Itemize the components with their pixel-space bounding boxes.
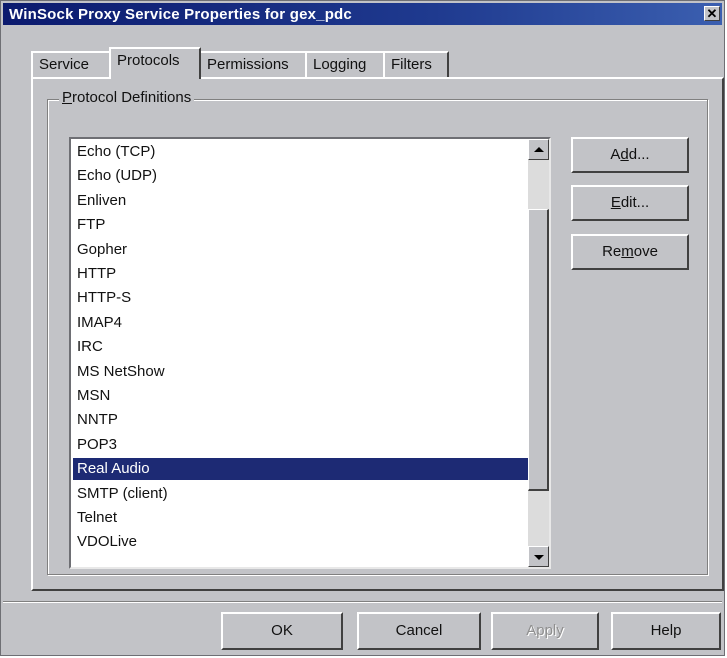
protocols-tab-panel [31, 77, 724, 591]
ok-button[interactable]: OK [221, 612, 343, 650]
apply-button: Apply [491, 612, 599, 650]
footer-divider [3, 601, 722, 603]
close-icon[interactable]: ✕ [704, 6, 720, 21]
title-bar[interactable]: WinSock Proxy Service Properties for gex… [3, 3, 722, 25]
tab-protocols[interactable]: Protocols [109, 47, 201, 79]
group-label-rest: rotocol Definitions [72, 89, 192, 106]
tab-permissions[interactable]: Permissions [199, 51, 307, 77]
window-title: WinSock Proxy Service Properties for gex… [9, 6, 352, 23]
cancel-button[interactable]: Cancel [357, 612, 481, 650]
tab-label: Service [39, 56, 90, 73]
tab-label: Permissions [207, 56, 289, 73]
help-button[interactable]: Help [611, 612, 721, 650]
tab-label: Protocols [117, 52, 180, 69]
protocol-definitions-label: Protocol Definitions [59, 89, 195, 106]
tab-logging[interactable]: Logging [305, 51, 385, 77]
tab-filters[interactable]: Filters [383, 51, 449, 77]
dialog-window: WinSock Proxy Service Properties for gex… [0, 0, 725, 656]
tab-service[interactable]: Service [31, 51, 113, 77]
tab-label: Logging [313, 56, 367, 73]
tab-label: Filters [391, 56, 432, 73]
